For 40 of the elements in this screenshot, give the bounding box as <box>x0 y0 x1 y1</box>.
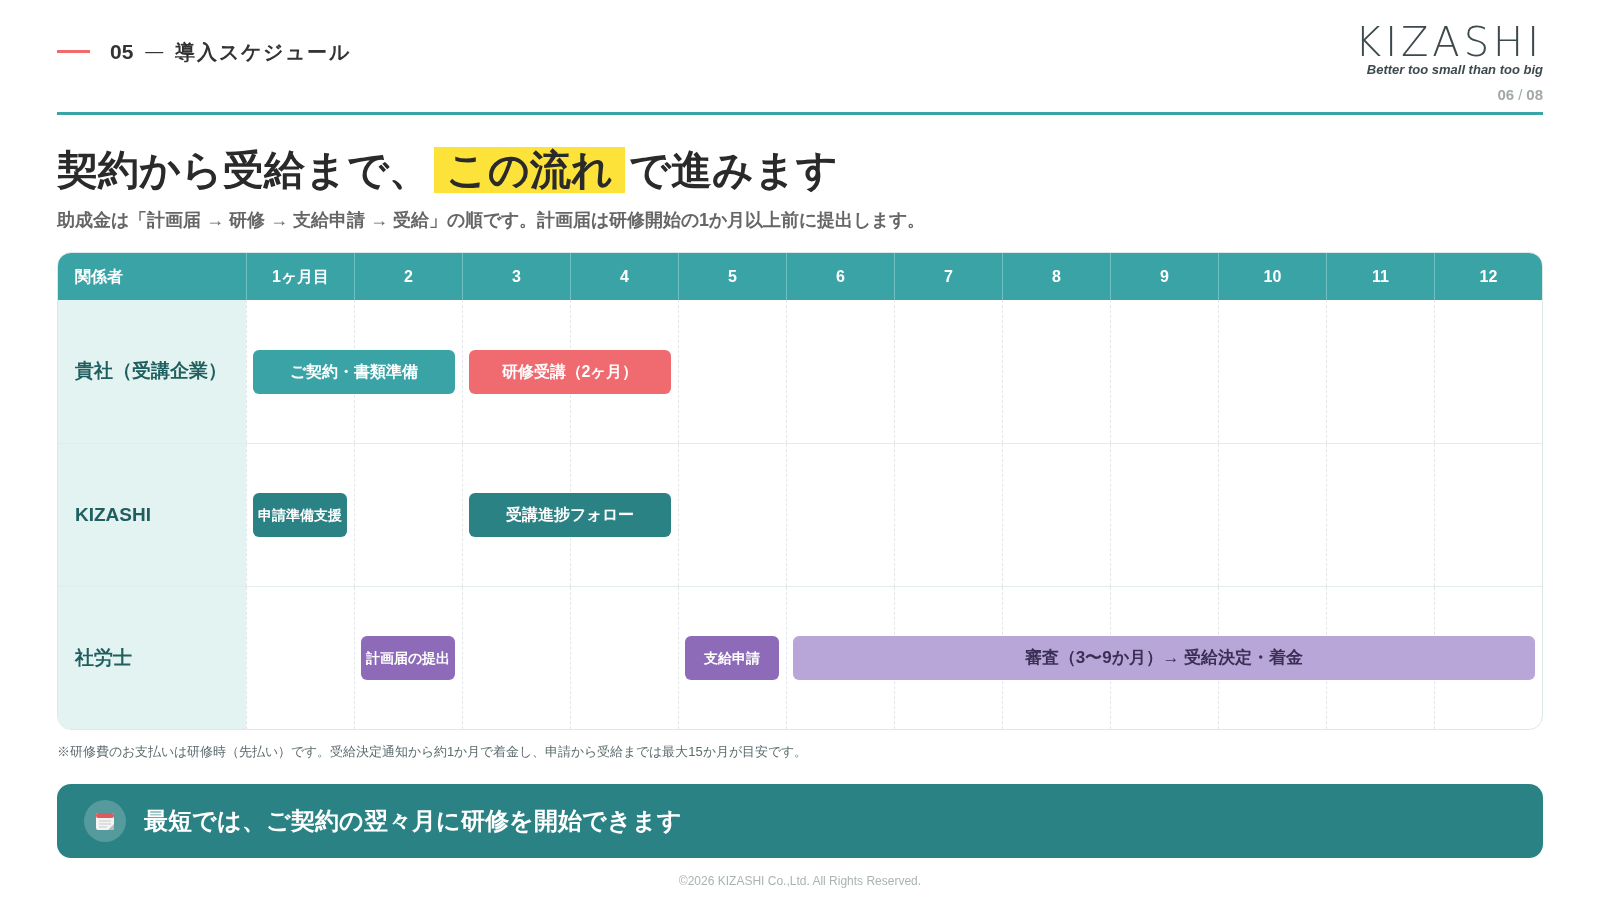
page-total: 08 <box>1526 85 1543 105</box>
party-label: KIZASHI <box>58 444 246 586</box>
column-header: 11 <box>1326 253 1434 300</box>
column-header: 9 <box>1110 253 1218 300</box>
page-number: 06 <box>1497 85 1515 105</box>
section-dash: — <box>145 40 164 64</box>
column-header: 2 <box>354 253 462 300</box>
column-header: 5 <box>678 253 786 300</box>
column-header: 6 <box>786 253 894 300</box>
section-number: 05 <box>110 39 134 65</box>
column-header: 4 <box>570 253 678 300</box>
column-header: 関係者 <box>74 266 124 287</box>
callout-text: 最短では、ご契約の翌々月に研修を開始できます <box>144 805 682 836</box>
footnote: ※研修費のお支払いは研修時（先払い）です。受給決定通知から約1か月で着金し、申請から受給までは最大15か月が目安です。 <box>57 743 808 761</box>
section-title: 導入スケジュール <box>175 39 352 65</box>
column-header: 1ヶ月目 <box>246 253 354 300</box>
column-header: 7 <box>894 253 1002 300</box>
logo-wordmark: KIZASHI <box>1354 22 1543 62</box>
party-label: 社労士 <box>58 587 246 729</box>
schedule-bar: 計画届の提出 <box>361 636 455 680</box>
schedule-bar: 申請準備支援 <box>253 493 347 537</box>
slide-title: で進みます <box>629 146 838 195</box>
schedule-bar: 審査（3〜9か月）→ 受給決定・着金 <box>793 636 1535 680</box>
schedule-bar: 研修受講（2ヶ月） <box>469 349 671 394</box>
slide-title: 契約から受給まで、 <box>57 146 430 195</box>
schedule-bar: 受講進捗フォロー <box>469 493 671 537</box>
logo-tagline: Better too small than too big <box>1366 62 1543 78</box>
column-header: 8 <box>1002 253 1110 300</box>
subtitle: 助成金は「計画届 → 研修 → 支給申請 → 受給」の順です。計画届は研修開始の1か月以上前に提出します。 <box>57 209 927 232</box>
schedule-bar: 支給申請 <box>685 636 779 680</box>
column-header: 10 <box>1218 253 1326 300</box>
column-header: 3 <box>462 253 570 300</box>
calendar-icon <box>84 799 126 842</box>
column-header: 12 <box>1434 253 1542 300</box>
party-label: 貴社（受講企業） <box>58 300 246 443</box>
schedule-bar: ご契約・書類準備 <box>253 349 455 394</box>
highlighted-title: この流れ <box>434 147 625 193</box>
page-separator: / <box>1518 85 1523 105</box>
accent-rule <box>57 50 90 54</box>
copyright: ©2026 KIZASHI Co.,Ltd. All Rights Reserved. <box>677 872 923 890</box>
